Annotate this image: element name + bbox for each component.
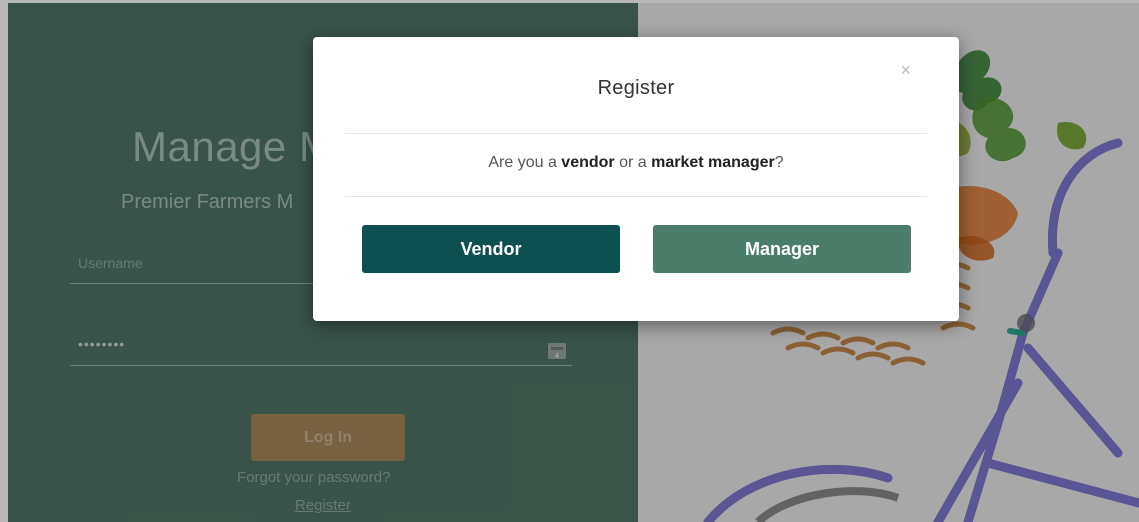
question-prefix: Are you a bbox=[488, 154, 562, 171]
modal-question: Are you a vendor or a market manager? bbox=[313, 154, 959, 172]
vendor-button[interactable]: Vendor bbox=[362, 225, 620, 273]
modal-title: Register bbox=[597, 77, 675, 99]
question-vendor: vendor bbox=[561, 154, 615, 171]
manager-button[interactable]: Manager bbox=[653, 225, 911, 273]
modal-body-divider bbox=[345, 196, 927, 197]
question-middle: or a bbox=[614, 154, 652, 171]
question-suffix: ? bbox=[774, 154, 784, 171]
modal-header-divider bbox=[345, 133, 927, 134]
register-modal: × Register Are you a vendor or a market … bbox=[313, 37, 959, 321]
question-manager: market manager bbox=[651, 154, 775, 171]
